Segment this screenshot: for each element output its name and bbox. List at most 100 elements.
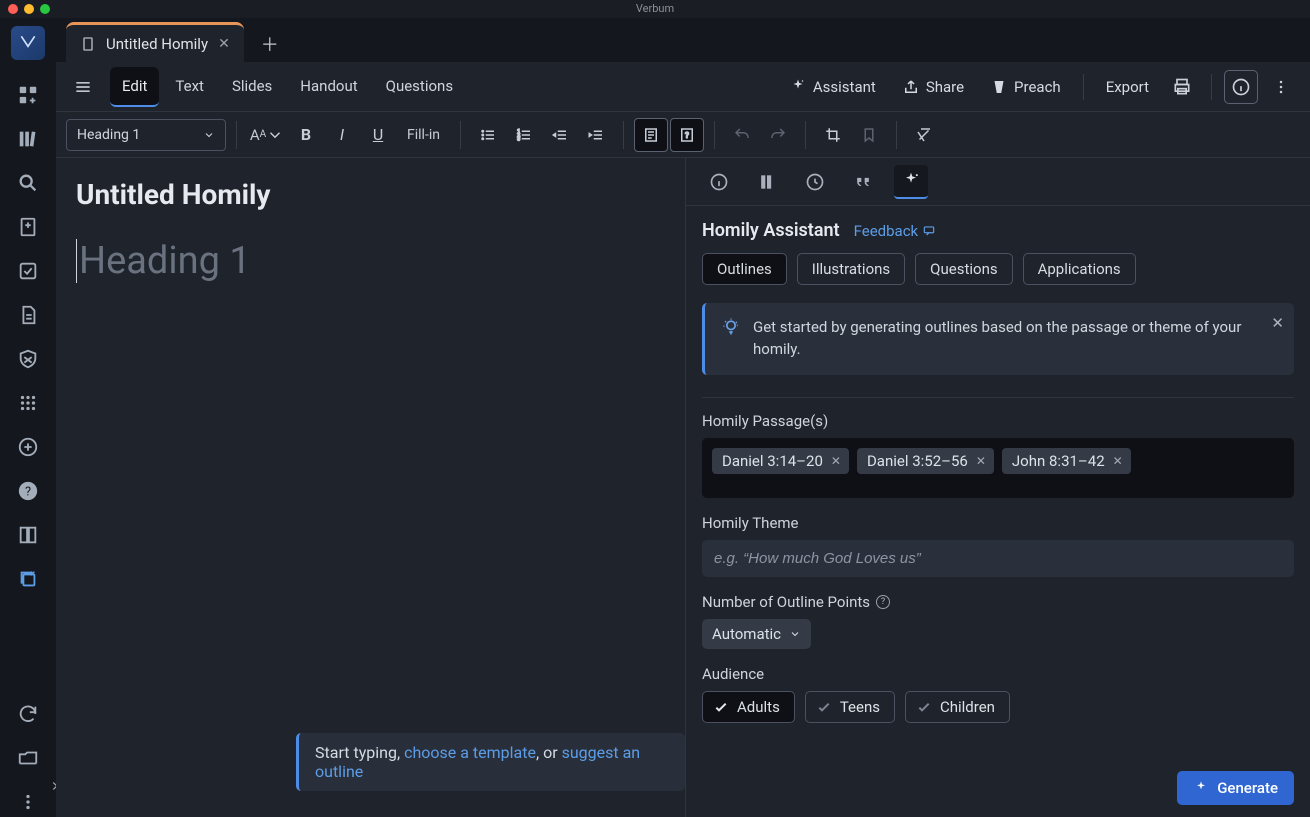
- panel-tab-quotes[interactable]: [846, 165, 880, 199]
- redo-button[interactable]: [761, 118, 795, 152]
- subtab-applications[interactable]: Applications: [1023, 253, 1136, 285]
- document-icon[interactable]: [13, 300, 43, 330]
- number-list-button[interactable]: 123: [507, 118, 541, 152]
- window-zoom-icon[interactable]: [40, 4, 50, 14]
- fillin-button[interactable]: Fill-in: [397, 118, 450, 152]
- crop-button[interactable]: [816, 118, 850, 152]
- export-label: Export: [1106, 78, 1149, 96]
- window-close-icon[interactable]: [8, 4, 18, 14]
- remove-token-icon[interactable]: ✕: [831, 454, 841, 468]
- question-icon: ?: [678, 126, 696, 144]
- hint-prefix: Start typing,: [315, 743, 404, 762]
- generate-button[interactable]: Generate: [1177, 771, 1294, 805]
- style-select[interactable]: Heading 1: [66, 119, 226, 151]
- choose-template-link[interactable]: choose a template: [404, 743, 536, 762]
- shield-icon[interactable]: [13, 344, 43, 374]
- passage-input[interactable]: Daniel 3:14–20✕ Daniel 3:52–56✕ John 8:3…: [702, 438, 1294, 498]
- underline-button[interactable]: U: [361, 118, 395, 152]
- copy-close-icon[interactable]: [13, 564, 43, 594]
- audience-children[interactable]: Children: [905, 691, 1010, 723]
- assistant-button[interactable]: Assistant: [779, 72, 886, 102]
- kebab-button[interactable]: [1264, 70, 1298, 104]
- panel-tab-assistant[interactable]: [894, 165, 928, 199]
- window-minimize-icon[interactable]: [24, 4, 34, 14]
- clear-format-button[interactable]: [907, 118, 941, 152]
- bullet-list-button[interactable]: [471, 118, 505, 152]
- panel-tab-history[interactable]: [798, 165, 832, 199]
- font-size-button[interactable]: AA: [247, 118, 287, 152]
- lightbulb-icon: [721, 317, 741, 344]
- subtab-outlines[interactable]: Outlines: [702, 253, 787, 285]
- close-tab-icon[interactable]: ✕: [218, 36, 230, 52]
- menu-icon[interactable]: [68, 72, 98, 102]
- print-button[interactable]: [1165, 70, 1199, 104]
- content-row: Untitled Homily Heading 1 Start typing, …: [56, 158, 1310, 817]
- assistant-hint: Get started by generating outlines based…: [702, 303, 1294, 375]
- sync-icon[interactable]: [13, 699, 43, 729]
- divider: [460, 121, 461, 149]
- task-icon[interactable]: [13, 256, 43, 286]
- apps-icon[interactable]: [13, 388, 43, 418]
- theme-input[interactable]: [702, 540, 1294, 577]
- outdent-button[interactable]: [543, 118, 577, 152]
- divider: [236, 121, 237, 149]
- help-icon[interactable]: ?: [876, 595, 890, 609]
- editor-pane[interactable]: Untitled Homily Heading 1 Start typing, …: [56, 158, 686, 817]
- style-select-value: Heading 1: [77, 127, 140, 143]
- window-controls: [8, 4, 50, 14]
- document-title[interactable]: Untitled Homily: [76, 178, 665, 211]
- check-icon: [816, 699, 832, 715]
- new-tab-button[interactable]: ＋: [252, 26, 288, 62]
- more-icon[interactable]: [13, 787, 43, 817]
- panel-tab-library[interactable]: [750, 165, 784, 199]
- indent-button[interactable]: [579, 118, 613, 152]
- italic-button[interactable]: I: [325, 118, 359, 152]
- remove-token-icon[interactable]: ✕: [976, 454, 986, 468]
- audience-teens[interactable]: Teens: [805, 691, 895, 723]
- points-label: Number of Outline Points ?: [686, 593, 1310, 619]
- document-subtabs: Edit Text Slides Handout Questions: [110, 67, 465, 107]
- share-button[interactable]: Share: [892, 72, 974, 102]
- subtab-questions[interactable]: Questions: [374, 67, 465, 107]
- subtab-illustrations[interactable]: Illustrations: [797, 253, 905, 285]
- question-view-button[interactable]: ?: [670, 118, 704, 152]
- notes-view-button[interactable]: [634, 118, 668, 152]
- audience-adults[interactable]: Adults: [702, 691, 795, 723]
- bookmark-button[interactable]: [852, 118, 886, 152]
- panel-footer: Generate: [686, 759, 1310, 817]
- divider: [805, 121, 806, 149]
- library-icon[interactable]: [13, 124, 43, 154]
- subtab-text[interactable]: Text: [163, 67, 216, 107]
- bible-icon[interactable]: [13, 212, 43, 242]
- folder-icon[interactable]: [13, 743, 43, 773]
- document-tab[interactable]: Untitled Homily ✕: [66, 22, 244, 62]
- export-button[interactable]: Export: [1096, 72, 1159, 102]
- search-icon[interactable]: [13, 168, 43, 198]
- chevron-down-icon: [203, 129, 215, 141]
- remove-token-icon[interactable]: ✕: [1113, 454, 1123, 468]
- bold-button[interactable]: B: [289, 118, 323, 152]
- points-select[interactable]: Automatic: [702, 619, 811, 649]
- app-logo[interactable]: [11, 26, 45, 60]
- undo-button[interactable]: [725, 118, 759, 152]
- svg-text:?: ?: [685, 131, 689, 141]
- subtab-questions[interactable]: Questions: [915, 253, 1012, 285]
- subtab-slides[interactable]: Slides: [220, 67, 284, 107]
- subtab-handout[interactable]: Handout: [288, 67, 369, 107]
- feedback-link[interactable]: Feedback: [854, 222, 937, 240]
- panel-tab-info[interactable]: [702, 165, 736, 199]
- info-button[interactable]: [1224, 70, 1258, 104]
- help-icon[interactable]: ?: [13, 476, 43, 506]
- layout-icon[interactable]: [13, 520, 43, 550]
- redo-icon: [769, 126, 787, 144]
- preach-label: Preach: [1014, 78, 1061, 96]
- subtab-edit[interactable]: Edit: [110, 67, 159, 107]
- chevron-down-icon: [789, 628, 801, 640]
- close-hint-icon[interactable]: ✕: [1271, 313, 1284, 335]
- add-icon[interactable]: [13, 432, 43, 462]
- hint-mid: , or: [536, 743, 562, 762]
- svg-text:?: ?: [25, 485, 31, 500]
- divider: [1083, 74, 1084, 100]
- preach-button[interactable]: Preach: [980, 72, 1071, 102]
- dashboard-icon[interactable]: [13, 80, 43, 110]
